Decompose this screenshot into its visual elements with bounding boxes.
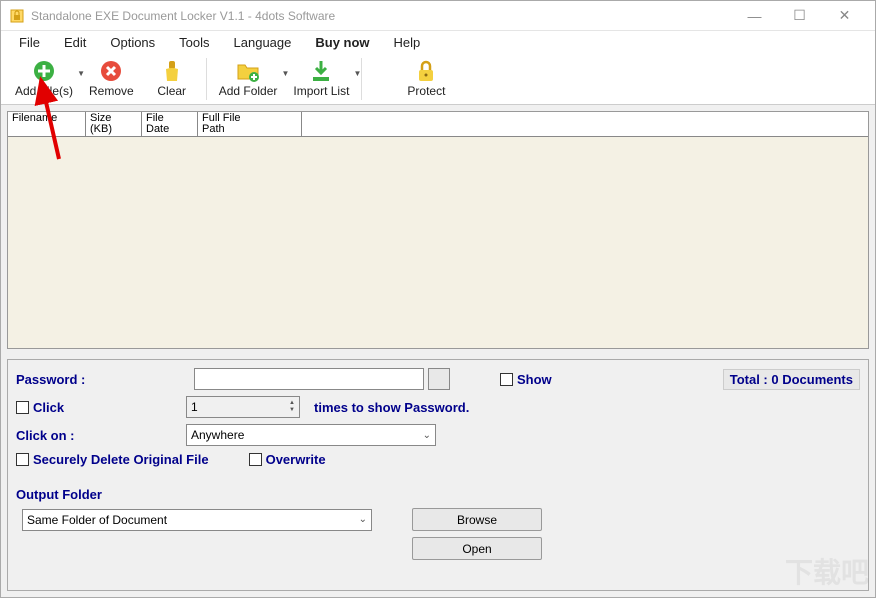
col-filedate[interactable]: File Date xyxy=(142,112,198,136)
chevron-down-icon: ⌄ xyxy=(359,514,367,525)
titlebar: Standalone EXE Document Locker V1.1 - 4d… xyxy=(1,1,875,31)
click-on-label: Click on : xyxy=(16,428,186,443)
minimize-button[interactable]: — xyxy=(732,2,777,30)
times-text: times to show Password. xyxy=(314,400,469,415)
overwrite-label: Overwrite xyxy=(266,452,326,467)
password-input[interactable] xyxy=(194,368,424,390)
col-size[interactable]: Size (KB) xyxy=(86,112,142,136)
click-times-input[interactable]: 1 ▲▼ xyxy=(186,396,300,418)
import-list-button[interactable]: Import List ▼ xyxy=(285,57,357,100)
open-button[interactable]: Open xyxy=(412,537,542,560)
chevron-down-icon: ⌄ xyxy=(423,430,431,441)
click-on-dropdown[interactable]: Anywhere ⌄ xyxy=(186,424,436,446)
show-checkbox[interactable] xyxy=(500,373,513,386)
secure-delete-label: Securely Delete Original File xyxy=(33,452,209,467)
remove-button[interactable]: Remove xyxy=(81,57,142,100)
click-label: Click xyxy=(33,400,64,415)
add-files-button[interactable]: Add File(s) ▼ xyxy=(7,57,81,100)
total-documents: Total : 0 Documents xyxy=(723,369,860,390)
add-icon xyxy=(32,59,56,83)
spin-up-icon[interactable]: ▲ xyxy=(289,400,295,407)
list-header: Filename Size (KB) File Date Full File P… xyxy=(8,112,868,137)
settings-panel: Password : Show Total : 0 Documents Clic… xyxy=(7,359,869,591)
add-folder-button[interactable]: Add Folder ▼ xyxy=(211,57,286,100)
protect-button[interactable]: Protect xyxy=(396,57,456,100)
toolbar-separator xyxy=(206,58,207,100)
menu-language[interactable]: Language xyxy=(224,33,302,52)
spin-down-icon[interactable]: ▼ xyxy=(289,407,295,414)
clear-button[interactable]: Clear xyxy=(142,57,202,100)
watermark: 下载吧 xyxy=(785,551,869,591)
click-checkbox[interactable] xyxy=(16,401,29,414)
output-folder-label: Output Folder xyxy=(16,487,102,502)
window-title: Standalone EXE Document Locker V1.1 - 4d… xyxy=(31,9,732,23)
close-button[interactable]: ✕ xyxy=(822,2,867,30)
menu-help[interactable]: Help xyxy=(384,33,431,52)
app-icon xyxy=(9,8,25,24)
menu-edit[interactable]: Edit xyxy=(54,33,96,52)
maximize-button[interactable]: ☐ xyxy=(777,2,822,30)
password-reveal-button[interactable] xyxy=(428,368,450,390)
overwrite-checkbox[interactable] xyxy=(249,453,262,466)
col-filename[interactable]: Filename xyxy=(8,112,86,136)
secure-delete-checkbox[interactable] xyxy=(16,453,29,466)
remove-label: Remove xyxy=(89,84,134,98)
output-folder-dropdown[interactable]: Same Folder of Document ⌄ xyxy=(22,509,372,531)
folder-add-icon xyxy=(236,59,260,83)
add-folder-label: Add Folder xyxy=(219,84,278,98)
toolbar: Add File(s) ▼ Remove Clear Add Folder ▼ … xyxy=(1,53,875,105)
add-files-label: Add File(s) xyxy=(15,84,73,98)
import-icon xyxy=(309,59,333,83)
password-label: Password : xyxy=(16,372,186,387)
import-list-label: Import List xyxy=(293,84,349,98)
menu-tools[interactable]: Tools xyxy=(169,33,219,52)
file-list[interactable]: Filename Size (KB) File Date Full File P… xyxy=(7,111,869,349)
clear-icon xyxy=(160,59,184,83)
col-fullpath[interactable]: Full File Path xyxy=(198,112,302,136)
menu-file[interactable]: File xyxy=(9,33,50,52)
dropdown-arrow-icon[interactable]: ▼ xyxy=(354,69,362,78)
protect-label: Protect xyxy=(407,84,445,98)
menu-options[interactable]: Options xyxy=(100,33,165,52)
menubar: File Edit Options Tools Language Buy now… xyxy=(1,31,875,53)
menu-buynow[interactable]: Buy now xyxy=(305,33,379,52)
clear-label: Clear xyxy=(157,84,186,98)
browse-button[interactable]: Browse xyxy=(412,508,542,531)
toolbar-separator xyxy=(361,58,362,100)
remove-icon xyxy=(99,59,123,83)
lock-icon xyxy=(414,59,438,83)
show-label: Show xyxy=(517,372,552,387)
